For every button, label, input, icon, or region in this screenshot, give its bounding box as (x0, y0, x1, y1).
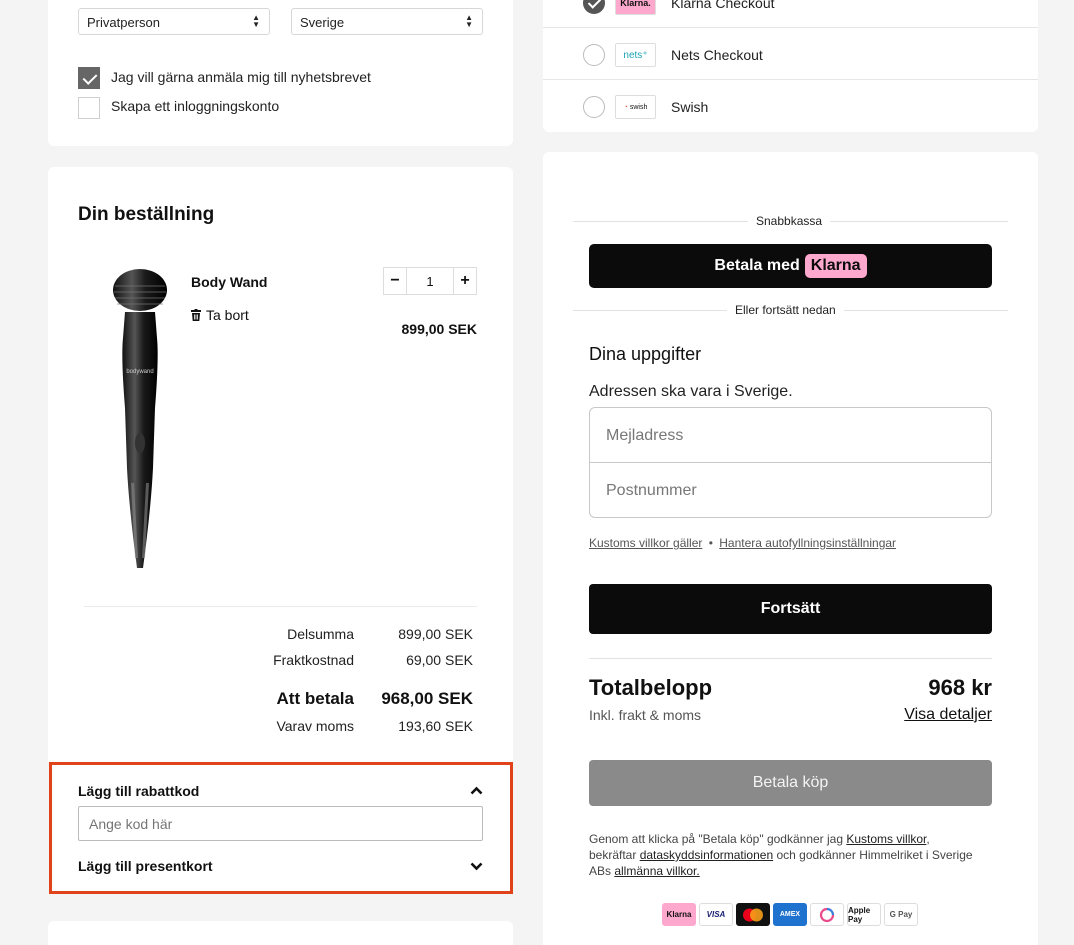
giftcard-title: Lägg till presentkort (78, 858, 213, 874)
product-image: bodywand (105, 268, 175, 574)
product-price: 899,00 SEK (401, 321, 478, 337)
vat-label: Varav moms (276, 718, 354, 734)
klarna-logo-text: Klarna. (620, 0, 651, 8)
klarna-brand-badge: Klarna (804, 254, 867, 278)
address-note: Adressen ska vara i Sverige. (589, 383, 793, 400)
remove-item-label: Ta bort (206, 307, 249, 323)
legal-text: Genom att klicka på "Betala köp" godkänn… (589, 831, 979, 879)
swish-radio[interactable] (583, 96, 605, 118)
google-pay-icon-text: G Pay (889, 910, 913, 919)
nets-radio[interactable] (583, 44, 605, 66)
vat-value: 193,60 SEK (398, 718, 473, 734)
quantity-value[interactable]: 1 (406, 268, 454, 294)
discount-code-input[interactable] (78, 806, 483, 841)
discount-toggle[interactable]: Lägg till rabattkod (78, 783, 483, 799)
chevron-down-icon (470, 862, 483, 871)
total-label: Att betala (276, 689, 354, 708)
country-value: Sverige (300, 15, 345, 30)
payment-option-swish[interactable]: ◔ swish Swish (543, 80, 1038, 132)
chevron-up-icon (470, 786, 483, 795)
or-continue-label: Eller fortsätt nedan (727, 303, 844, 317)
increase-qty-button[interactable]: + (454, 268, 476, 294)
shipping-label: Fraktkostnad (273, 652, 354, 668)
klarna-logo: Klarna. (615, 0, 656, 15)
swish-logo: ◔ swish (615, 95, 656, 119)
spinner-card-icon (810, 903, 844, 926)
pay-with-label: Betala med (714, 257, 800, 274)
klarna-icon-text: Klarna (666, 910, 692, 919)
payment-option-klarna[interactable]: Klarna. Klarna Checkout (543, 0, 1038, 28)
apple-pay-icon-text: Apple Pay (848, 905, 871, 924)
summary-divider (84, 606, 477, 607)
terms-link[interactable]: Kustoms villkor gäller (589, 536, 702, 550)
trash-icon (191, 309, 201, 321)
select-arrows-icon: ▲ ▼ (465, 13, 473, 29)
klarna-payment-icon: Klarna (662, 903, 696, 926)
decrease-qty-button[interactable]: − (384, 268, 406, 294)
general-terms-link[interactable]: allmänna villkor. (614, 864, 699, 878)
autofill-settings-link[interactable]: Hantera autofyllningsinställningar (719, 536, 896, 550)
product-name: Body Wand (191, 274, 268, 290)
subtotal-value: 899,00 SEK (398, 626, 473, 642)
kustom-terms-link[interactable]: Kustoms villkor (846, 832, 926, 846)
express-label: Snabbkassa (748, 214, 831, 228)
visa-icon-text: VISA (706, 910, 726, 919)
newsletter-checkbox[interactable] (78, 67, 100, 89)
swish-option-label: Swish (671, 99, 709, 115)
subtotal-label: Delsumma (287, 626, 354, 642)
postal-code-field[interactable]: Postnummer (590, 463, 991, 518)
email-field[interactable]: Mejladress (590, 408, 991, 463)
link-separator: • (708, 536, 713, 550)
nets-logo: nets ⁺ (615, 43, 656, 67)
mastercard-icon (736, 903, 770, 926)
create-account-checkbox[interactable] (78, 97, 100, 119)
order-heading: Din beställning (78, 204, 215, 225)
newsletter-label: Jag vill gärna anmäla mig till nyhetsbre… (111, 69, 371, 85)
pay-purchase-button[interactable]: Betala köp (589, 760, 992, 806)
legal-text-1: Genom att klicka på "Betala köp" godkänn… (589, 832, 847, 846)
create-account-label: Skapa ett inloggningskonto (111, 98, 280, 114)
amex-icon-text: AMEX (779, 911, 801, 918)
total-amount-label: Totalbelopp (589, 675, 713, 700)
continue-button[interactable]: Fortsätt (589, 584, 992, 634)
country-select[interactable]: Sverige ▲ ▼ (291, 8, 483, 35)
quantity-stepper[interactable]: − 1 + (383, 267, 477, 295)
swish-logo-text: swish (629, 103, 648, 111)
amex-icon: AMEX (773, 903, 807, 926)
klarna-option-label: Klarna Checkout (671, 0, 775, 11)
google-pay-icon: G Pay (884, 903, 918, 926)
total-amount-value: 968 kr (928, 675, 992, 700)
incl-shipping-vat: Inkl. frakt & moms (589, 707, 702, 723)
discount-title: Lägg till rabattkod (78, 783, 200, 799)
customer-type-select[interactable]: Privatperson ▲ ▼ (78, 8, 270, 35)
klarna-express-button[interactable]: Betala med Klarna (589, 244, 992, 288)
giftcard-toggle[interactable]: Lägg till presentkort (78, 858, 483, 874)
product-brand-text: bodywand (126, 369, 153, 375)
apple-pay-icon: Apple Pay (847, 903, 881, 926)
show-details-link[interactable]: Visa detaljer (904, 706, 992, 724)
contact-fields: Mejladress Postnummer (589, 407, 992, 518)
payment-option-nets[interactable]: nets ⁺ Nets Checkout (543, 28, 1038, 80)
privacy-info-link[interactable]: dataskyddsinformationen (640, 848, 773, 862)
klarna-links: Kustoms villkor gäller • Hantera autofyl… (589, 536, 896, 550)
total-divider (589, 658, 992, 659)
remove-item-link[interactable]: Ta bort (191, 307, 249, 323)
total-value: 968,00 SEK (381, 689, 473, 708)
details-heading: Dina uppgifter (589, 344, 702, 364)
klarna-radio[interactable] (583, 0, 605, 14)
nets-option-label: Nets Checkout (671, 47, 763, 63)
customer-type-value: Privatperson (87, 15, 160, 30)
nets-logo-text: nets (623, 49, 643, 61)
visa-icon: VISA (699, 903, 733, 926)
next-card (48, 921, 513, 945)
shipping-value: 69,00 SEK (406, 652, 473, 668)
select-arrows-icon: ▲ ▼ (252, 13, 260, 29)
